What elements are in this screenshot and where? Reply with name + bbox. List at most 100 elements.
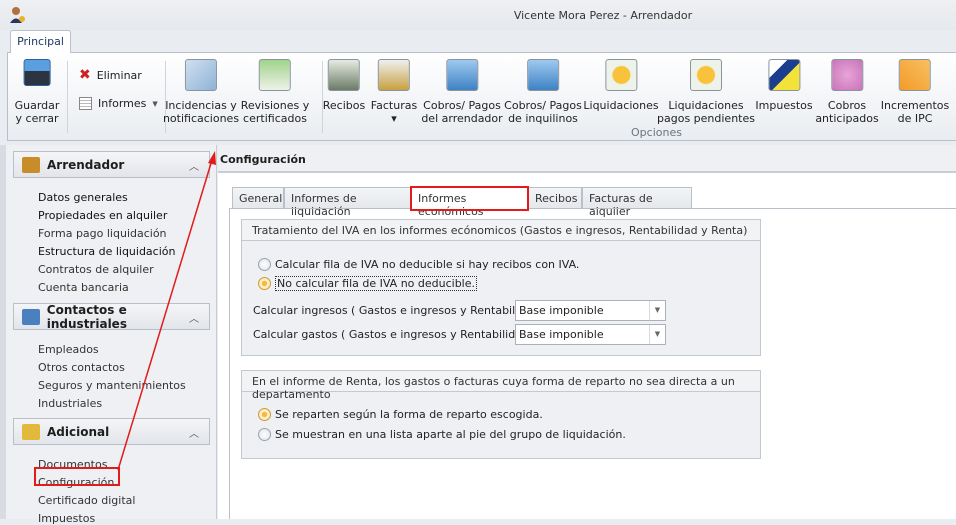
renta-groupbox: En el informe de Renta, los gastos o fac… (241, 370, 761, 459)
ribbon-button-cobros-pagos4[interactable]: Cobros/ Pagos del arrendador (421, 59, 503, 125)
button-label-1: Cobros/ Pagos (504, 99, 582, 112)
sidebar-group-arrendador[interactable]: Arrendador ︿ (13, 151, 210, 178)
ribbon-button-liquidaciones7[interactable]: Liquidaciones pagos pendientes (657, 59, 755, 125)
button-label-1: Facturas (370, 99, 418, 112)
reports-label: Informes (98, 97, 147, 110)
ribbon-button-impuestos8[interactable]: Impuestos (755, 59, 813, 112)
increase-arrow-icon (898, 59, 931, 91)
button-label-2: certificados (243, 112, 307, 125)
button-label-2: anticipados (815, 112, 879, 125)
chevron-up-icon[interactable]: ︿ (189, 310, 199, 325)
ribbon-button-liquidaciones6[interactable]: Liquidaciones (583, 59, 659, 112)
iva-group-title: Tratamiento del IVA en los informes ecón… (242, 220, 760, 241)
select-value: Base imponible (519, 328, 604, 341)
sidebar: Arrendador ︿ Datos generales Propiedades en… (0, 145, 217, 525)
report-sheet-icon (79, 97, 92, 110)
button-label-1: Liquidaciones (668, 99, 744, 112)
chevron-up-icon[interactable]: ︿ (189, 425, 199, 440)
group-title: Arrendador (47, 157, 125, 172)
tab-informes-de-liquidacio-n[interactable]: Informes de liquidación (284, 187, 411, 218)
invoice-coins-icon (377, 59, 410, 91)
sidebar-group-adicional[interactable]: Adicional ︿ (13, 418, 210, 445)
gastos-select[interactable]: Base imponible ▼ (515, 324, 666, 345)
ribbon-button-revisiones-y1[interactable]: Revisiones y certificados (241, 59, 309, 125)
database-icon (22, 423, 40, 440)
sidebar-item-estructura-de-liquidacio-n[interactable]: Estructura de liquidación (38, 245, 175, 258)
radio-calc-iva[interactable]: Calcular fila de IVA no deducible si hay… (258, 258, 579, 271)
delete-label: Eliminar (96, 68, 142, 82)
button-label-1: Cobros/ Pagos (423, 99, 501, 112)
button-label-2: ▾ (391, 112, 397, 125)
radio-on-icon (258, 408, 271, 421)
reports-dropdown-button[interactable]: Informes ▼ (79, 97, 158, 110)
divider (67, 61, 68, 133)
sidebar-group-contactos[interactable]: Contactos e industriales ︿ (13, 302, 210, 331)
door-exit-icon (22, 156, 40, 173)
receipt-icon (328, 59, 360, 91)
button-label-2: del arrendador (421, 112, 503, 125)
button-label-1: Liquidaciones (583, 99, 659, 112)
tab-general[interactable]: General (232, 187, 284, 209)
sidebar-item-forma-pago-liquidacio-n[interactable]: Forma pago liquidación (38, 227, 167, 240)
radio-label: Se muestran en una lista aparte al pie d… (275, 428, 626, 441)
ribbon-button-cobros9[interactable]: Cobros anticipados (815, 59, 879, 125)
tab-facturas-de-alquiler[interactable]: Facturas de alquiler (582, 187, 692, 218)
save-close-button[interactable]: Guardar y cerrar (15, 59, 59, 125)
tax-agency-icon (768, 59, 800, 91)
radio-lista-aparte[interactable]: Se muestran en una lista aparte al pie d… (258, 428, 626, 441)
clipboard-check-icon (185, 59, 217, 91)
button-label-1: Impuestos (755, 99, 813, 112)
button-label-1: Revisiones y (240, 99, 310, 112)
highlight-box (34, 467, 120, 486)
gastos-label: Calcular gastos ( Gastos e ingresos y Re… (253, 328, 541, 341)
certificate-icon (604, 59, 637, 91)
sidebar-item-cuenta-bancaria[interactable]: Cuenta bancaria (38, 281, 129, 294)
window-title: Vicente Mora Perez - Arrendador (513, 9, 693, 22)
sidebar-item-empleados[interactable]: Empleados (38, 343, 99, 356)
radio-no-calc-iva[interactable]: No calcular fila de IVA no deducible. (258, 276, 477, 291)
calculator-icon (445, 59, 478, 91)
sidebar-item-seguros-y-mantenimientos[interactable]: Seguros y mantenimientos (38, 379, 186, 392)
radio-label: Calcular fila de IVA no deducible si hay… (275, 258, 580, 271)
floppy-disk-icon (23, 59, 51, 86)
radio-reparten[interactable]: Se reparten según la forma de reparto es… (258, 408, 543, 421)
ribbon-button-incrementos10[interactable]: Incrementos de IPC (880, 59, 950, 125)
sidebar-item-datos-generales[interactable]: Datos generales (38, 191, 128, 204)
ribbon-tab-principal[interactable]: Principal (10, 30, 71, 53)
radio-label: No calcular fila de IVA no deducible. (275, 276, 477, 291)
tab-recibos[interactable]: Recibos (528, 187, 582, 209)
button-label-1: Incrementos (880, 99, 950, 112)
radio-on-icon (258, 277, 271, 290)
tab-informes-econo-micos[interactable]: Informes económicos (410, 186, 529, 218)
radio-off-icon (258, 428, 271, 441)
renta-group-title: En el informe de Renta, los gastos o fac… (242, 371, 760, 401)
sidebar-item-contratos-de-alquiler[interactable]: Contratos de alquiler (38, 263, 154, 276)
chevron-down-icon[interactable]: ▼ (649, 301, 665, 320)
ribbon-button-incidencias-y0[interactable]: Incidencias y notificaciones (163, 59, 239, 125)
bell-notebook-icon (258, 59, 291, 91)
ingresos-label: Calcular ingresos ( Gastos e ingresos y … (253, 304, 551, 317)
ribbon-button-recibos2[interactable]: Recibos (323, 59, 365, 112)
ribbon-button-facturas3[interactable]: Facturas ▾ (371, 59, 417, 125)
delete-button[interactable]: ✖ Eliminar (79, 67, 142, 83)
contacts-icon (22, 308, 40, 325)
group-title: Adicional (47, 424, 110, 439)
chevron-down-icon[interactable]: ▼ (649, 325, 665, 344)
sidebar-item-certificado-digital[interactable]: Certificado digital (38, 494, 135, 507)
button-label-2: de inquilinos (508, 112, 578, 125)
group-title: Contactos e industriales (46, 302, 127, 331)
sidebar-item-propiedades-en-alquiler[interactable]: Propiedades en alquiler (38, 209, 167, 222)
ribbon-button-cobros-pagos5[interactable]: Cobros/ Pagos de inquilinos (504, 59, 582, 125)
ingresos-select[interactable]: Base imponible ▼ (515, 300, 666, 321)
sidebar-item-otros-contactos[interactable]: Otros contactos (38, 361, 125, 374)
button-label-1: Incidencias y (165, 99, 237, 112)
chevron-up-icon[interactable]: ︿ (189, 158, 199, 173)
button-label-1: Cobros (827, 99, 867, 112)
sidebar-item-industriales[interactable]: Industriales (38, 397, 102, 410)
page-title: Configuración (218, 145, 956, 173)
radio-off-icon (258, 258, 271, 271)
select-value: Base imponible (519, 304, 604, 317)
radio-label: Se reparten según la forma de reparto es… (275, 408, 543, 421)
delete-x-icon: ✖ (79, 67, 91, 83)
button-label-1: Recibos (322, 99, 366, 112)
